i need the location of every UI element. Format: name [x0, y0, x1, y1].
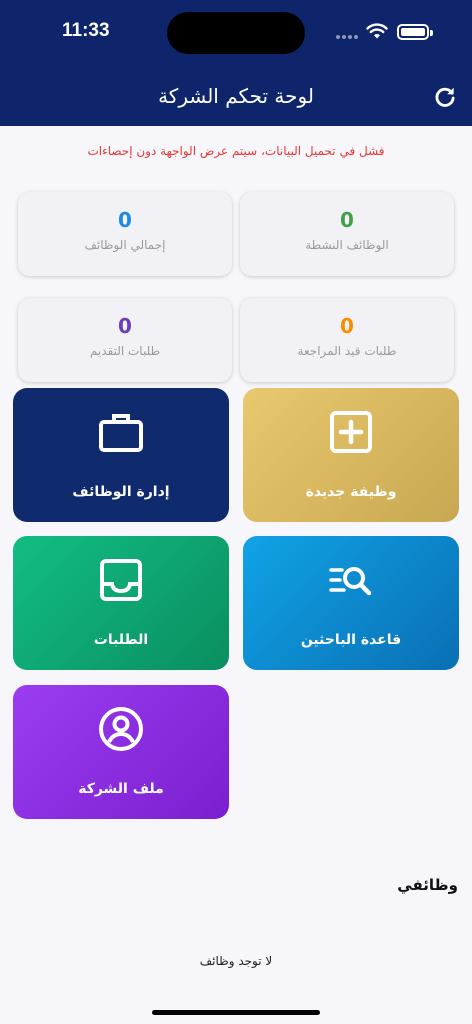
stat-value: 0 [118, 208, 132, 232]
stat-label: طلبات قيد المراجعة [297, 344, 397, 358]
app-header: 11:33 لوحة تحكم الشركة [0, 0, 472, 126]
stat-value: 0 [340, 314, 354, 338]
page-title: لوحة تحكم الشركة [158, 84, 314, 108]
briefcase-icon [99, 414, 143, 452]
my-jobs-title: وظائفي [397, 876, 458, 894]
tile-label: وظيفة جديدة [305, 484, 397, 500]
stat-label: طلبات التقديم [89, 344, 161, 358]
battery-icon [397, 24, 433, 40]
stat-label: الوظائف النشطة [305, 238, 389, 252]
plus-square-icon [330, 411, 372, 453]
tile-manage-jobs[interactable]: إدارة الوظائف [13, 388, 229, 522]
tile-label: الطلبات [93, 632, 149, 648]
signal-icon [336, 35, 358, 39]
tile-label: ملف الشركة [78, 781, 164, 797]
stat-value: 0 [118, 314, 132, 338]
stat-total-jobs: 0 إجمالي الوظائف [18, 192, 232, 276]
stat-active-jobs: 0 الوظائف النشطة [240, 192, 454, 276]
empty-jobs-text: لا توجد وظائف [199, 954, 273, 968]
user-circle-icon [99, 707, 143, 751]
stat-applications: 0 طلبات التقديم [18, 298, 232, 382]
status-time: 11:33 [62, 20, 110, 41]
dynamic-island [167, 12, 305, 54]
tile-company-profile[interactable]: ملف الشركة [13, 685, 229, 819]
tile-seekers-database[interactable]: قاعدة الباحثين [243, 536, 459, 670]
stat-label: إجمالي الوظائف [84, 238, 166, 252]
tile-label: إدارة الوظائف [72, 484, 170, 500]
wifi-icon [366, 23, 388, 39]
stat-value: 0 [340, 208, 354, 232]
home-indicator [152, 1010, 320, 1015]
error-message: فشل في تحميل البيانات، سيتم عرض الواجهة … [87, 144, 385, 158]
inbox-icon [100, 559, 142, 601]
search-list-icon [329, 567, 372, 596]
tile-label: قاعدة الباحثين [300, 632, 402, 648]
tile-applications[interactable]: الطلبات [13, 536, 229, 670]
refresh-icon[interactable] [432, 84, 458, 110]
stat-pending-review: 0 طلبات قيد المراجعة [240, 298, 454, 382]
tile-new-job[interactable]: وظيفة جديدة [243, 388, 459, 522]
